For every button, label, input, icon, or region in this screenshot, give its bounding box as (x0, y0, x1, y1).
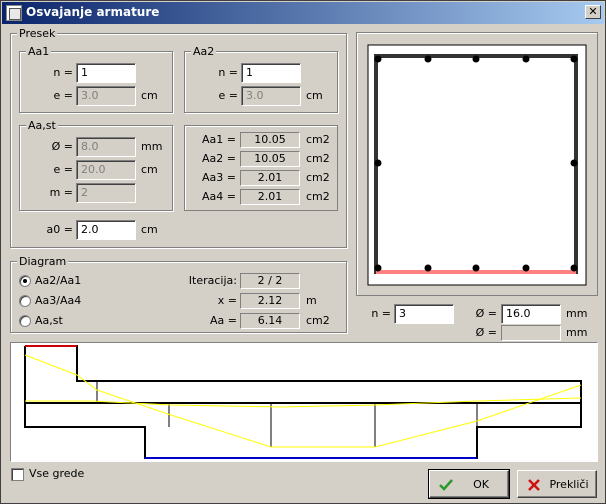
area-aa4-label: Aa4 = (202, 190, 236, 203)
rebar-dot (570, 264, 578, 272)
area-aa1-unit: cm2 (306, 133, 330, 146)
window-icon (6, 5, 22, 21)
aa1-n-input[interactable]: 1 (76, 63, 136, 83)
vse-grede-checkbox[interactable] (11, 468, 24, 481)
aa2-n-label: n = (218, 66, 238, 79)
cross-icon (528, 479, 540, 491)
presek-legend: Presek (17, 27, 58, 40)
rebar-dot (522, 264, 530, 272)
rebar-dot (374, 55, 382, 63)
aast-e-unit: cm (141, 163, 158, 176)
sv-d1-unit: mm (566, 307, 588, 320)
rebar-dot (570, 159, 578, 167)
iteracija-value: 2 / 2 (240, 273, 300, 289)
aa1-e-label: e = (53, 89, 73, 102)
area-aa3-value: 2.01 (240, 170, 300, 186)
diagram-legend: Diagram (17, 255, 69, 268)
rebar-dot (472, 264, 480, 272)
a0-label: a0 = (46, 223, 73, 236)
rebar-dot (472, 55, 480, 63)
radio-aast[interactable] (19, 315, 31, 327)
x-unit: m (306, 294, 317, 307)
beam-diagram (11, 343, 597, 461)
aast-e-input[interactable]: 20.0 (76, 160, 136, 180)
area-aa2-label: Aa2 = (202, 152, 236, 165)
sv-d2-value (501, 325, 561, 341)
area-aa2-value: 10.05 (240, 151, 300, 167)
x-value: 2.12 (240, 293, 300, 309)
window-title: Osvajanje armature (26, 5, 160, 19)
aast-d-input[interactable]: 8.0 (76, 137, 136, 157)
aa1-e-unit: cm (141, 89, 158, 102)
radio-aa2-aa1-label[interactable]: Aa2/Aa1 (35, 274, 81, 288)
cross-section-drawing (367, 44, 587, 286)
area-aa2-unit: cm2 (306, 152, 330, 165)
sv-n-label: n = (371, 307, 391, 320)
rebar-dot (570, 55, 578, 63)
sv-d1-input[interactable]: 16.0 (501, 304, 561, 324)
aa-unit: cm2 (306, 314, 330, 327)
rebar-dot (424, 55, 432, 63)
title-bar: Osvajanje armature ✕ (2, 2, 604, 24)
close-button[interactable]: ✕ (585, 5, 601, 19)
ok-label: OK (473, 478, 489, 491)
radio-aa2-aa1[interactable] (19, 275, 31, 287)
aa2-e-input[interactable]: 3.0 (241, 86, 301, 106)
aa1-legend: Aa1 (26, 45, 52, 58)
aa2-n-input[interactable]: 1 (241, 63, 301, 83)
aast-m-input[interactable]: 2 (76, 183, 136, 203)
a0-unit: cm (141, 223, 158, 236)
check-icon (439, 479, 453, 491)
sv-n-input[interactable]: 3 (394, 304, 454, 324)
aast-legend: Aa,st (26, 119, 58, 132)
section-outline (367, 44, 587, 286)
aa-label: Aa = (210, 314, 237, 327)
radio-aast-label[interactable]: Aa,st (35, 314, 63, 328)
area-aa1-value: 10.05 (240, 132, 300, 148)
x-label: x = (217, 294, 237, 307)
sv-d1-label: Ø = (475, 307, 497, 320)
ok-button[interactable]: OK (428, 469, 510, 499)
rebar-dot (424, 264, 432, 272)
area-aa4-unit: cm2 (306, 190, 330, 203)
aa2-legend: Aa2 (191, 45, 217, 58)
area-aa3-label: Aa3 = (202, 171, 236, 184)
aa-value: 6.14 (240, 313, 300, 329)
sv-d2-label: Ø = (475, 326, 497, 339)
area-aa3-unit: cm2 (306, 171, 330, 184)
aa1-n-label: n = (53, 66, 73, 79)
a0-input[interactable]: 2.0 (76, 220, 136, 240)
iteracija-label: Iteracija: (188, 274, 237, 287)
area-aa1-label: Aa1 = (202, 133, 236, 146)
aa1-e-input[interactable]: 3.0 (76, 86, 136, 106)
rebar-dot (374, 264, 382, 272)
cancel-label: Prekliči (549, 478, 589, 491)
rebar-dot (374, 159, 382, 167)
aast-d-label: Ø = (51, 140, 73, 153)
aa2-e-label: e = (218, 89, 238, 102)
area-aa4-value: 2.01 (240, 189, 300, 205)
aast-e-label: e = (53, 163, 73, 176)
aa2-e-unit: cm (306, 89, 323, 102)
rebar-dot (522, 55, 530, 63)
cancel-button[interactable]: Prekliči (517, 470, 597, 498)
vse-grede-label[interactable]: Vse grede (29, 467, 84, 481)
dialog-window: Osvajanje armature ✕ Presek Aa1 n = 1 e … (0, 0, 606, 504)
radio-aa3-aa4-label[interactable]: Aa3/Aa4 (35, 294, 81, 308)
radio-aa3-aa4[interactable] (19, 295, 31, 307)
aast-m-label: m = (49, 186, 73, 199)
aast-d-unit: mm (141, 140, 163, 153)
sv-d2-unit: mm (566, 326, 588, 339)
